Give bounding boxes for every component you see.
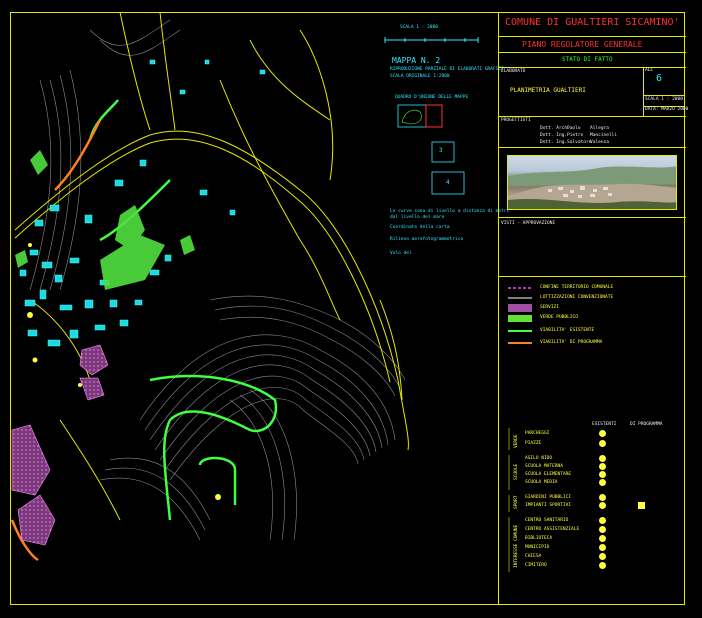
symbol-elementare-existing (599, 471, 606, 478)
scale-label: SCALA 1 : 2000 (400, 25, 438, 30)
sheet-title: MAPPA N. 2 (392, 56, 441, 65)
progettista-3-surname: Valenza (590, 140, 609, 145)
col-program: DI PROGRAMMA (630, 422, 663, 427)
elaborato-title: PLANIMETRIA GUALTIERI (510, 87, 586, 94)
item-asilo-nido: ASILO NIDO (525, 456, 553, 461)
item-giardini-pubblici: GIARDINI PUBBLICI (525, 495, 572, 500)
photo-drawing (508, 166, 676, 209)
symbol-chiesa-existing (599, 553, 606, 560)
progettista-1-surname: Allegra (590, 126, 609, 131)
stato-title: STATO DI FATTO (562, 56, 613, 63)
sheet-subtitle: RIPRODUZIONE PARZIALE DI ELABORATI GRAFI… (390, 67, 504, 72)
note-3: Coordinate della carta (390, 225, 450, 230)
index-title: QUADRO D'UNIONE DELLE MAPPE (395, 95, 469, 100)
all-divider (643, 67, 644, 116)
note-1: Le curve sono di livello a distanza di m… (390, 209, 510, 214)
item-biblioteca: BIBLIOTECA (525, 536, 553, 541)
item-parcheggi: PARCHEGGI (525, 431, 550, 436)
group-interesse-comune: INTERESSE COMUNE (514, 524, 519, 568)
symbol-impianti-existing (599, 502, 606, 509)
progettista-1-name: Paolo (567, 126, 581, 131)
piano-title: PIANO REGOLATORE GENERALE (522, 40, 643, 49)
progettisti-label: PROGETTISTI (501, 118, 531, 123)
progettista-3-title: Dott. Ing. (540, 140, 568, 145)
group-scuole: SCUOLE (514, 463, 519, 480)
symbol-media-existing (599, 479, 606, 486)
symbol-assistenziale-existing (599, 526, 606, 533)
item-municipio: MUNICIPIO (525, 545, 550, 550)
elaborato-label: ELABORATO (501, 69, 526, 74)
all-number: 6 (656, 73, 663, 84)
progettista-1-title: Dott. Arch. (540, 126, 570, 131)
item-scuola-media: SCUOLA MEDIA (525, 480, 558, 485)
symbol-asilo-existing (599, 455, 606, 462)
symbol-cimitero-existing (599, 562, 606, 569)
item-scuola-elementare: SCUOLA ELEMENTARE (525, 472, 572, 477)
item-piazze: PIAZZE (525, 441, 542, 446)
legend-viabilita-esistente: VIABILITA' ESISTENTE (540, 328, 595, 333)
progettista-2-name: Pietro (567, 133, 584, 138)
symbol-biblioteca-existing (599, 535, 606, 542)
progettista-3-name: Salvatore (567, 140, 592, 145)
index-number-3: 3 (439, 147, 443, 154)
item-impianti-sportivi: IMPIANTI SPORTIVI (525, 503, 572, 508)
note-5: Volo del (390, 251, 412, 256)
progettista-2-title: Dott. Ing. (540, 133, 568, 138)
data-value: DATA: MARZO 2000 (645, 107, 689, 112)
item-centro-assistenziale: CENTRO ASSISTENZIALE (525, 527, 580, 532)
symbol-parcheggi-existing (599, 430, 606, 437)
visti-label: VISTI - APPROVAZIONI (501, 221, 556, 226)
legend-viabilita-programma: VIABILITA' DI PROGRAMMA (540, 340, 603, 345)
symbol-giardini-existing (599, 494, 606, 501)
symbol-materna-existing (599, 463, 606, 470)
item-cimitero: CIMITERO (525, 563, 547, 568)
group-sport: SPORT (514, 495, 519, 509)
legend-lottizzazioni: LOTTIZZAZIONI CONVENZIONATE (540, 295, 614, 300)
item-centro-sanitario: CENTRO SANITARIO (525, 518, 569, 523)
symbol-municipio-existing (599, 544, 606, 551)
legend-servizi: SERVIZI (540, 305, 559, 310)
all-label: ALL (645, 68, 654, 73)
item-chiesa: CHIESA (525, 554, 542, 559)
item-scuola-materna: SCUOLA MATERNA (525, 464, 563, 469)
group-verde: VERDE (514, 434, 519, 448)
legend-verde: VERDE PUBBLICO (540, 315, 578, 320)
progettista-2-surname: Mancinelli (590, 133, 618, 138)
index-number-4: 4 (446, 179, 450, 186)
scala-value: SCALA 1 : 2000 (645, 97, 683, 102)
symbol-impianti-program (638, 502, 645, 509)
note-2: dal livello del mare (390, 215, 445, 220)
aerial-photo (507, 155, 677, 210)
comune-title: COMUNE DI GUALTIERI SICAMINO' (505, 17, 680, 28)
sheet-subtitle-2: SCALA ORIGINALE 1:2000 (390, 74, 450, 79)
col-existing: ESISTENTI (592, 422, 617, 427)
symbol-sanitario-existing (599, 517, 606, 524)
symbol-piazze-existing (599, 440, 606, 447)
legend-confine: CONFINE TERRITORIO COMUNALE (540, 285, 614, 290)
note-4: Rilievo aerofotogrammetrico (390, 237, 464, 242)
